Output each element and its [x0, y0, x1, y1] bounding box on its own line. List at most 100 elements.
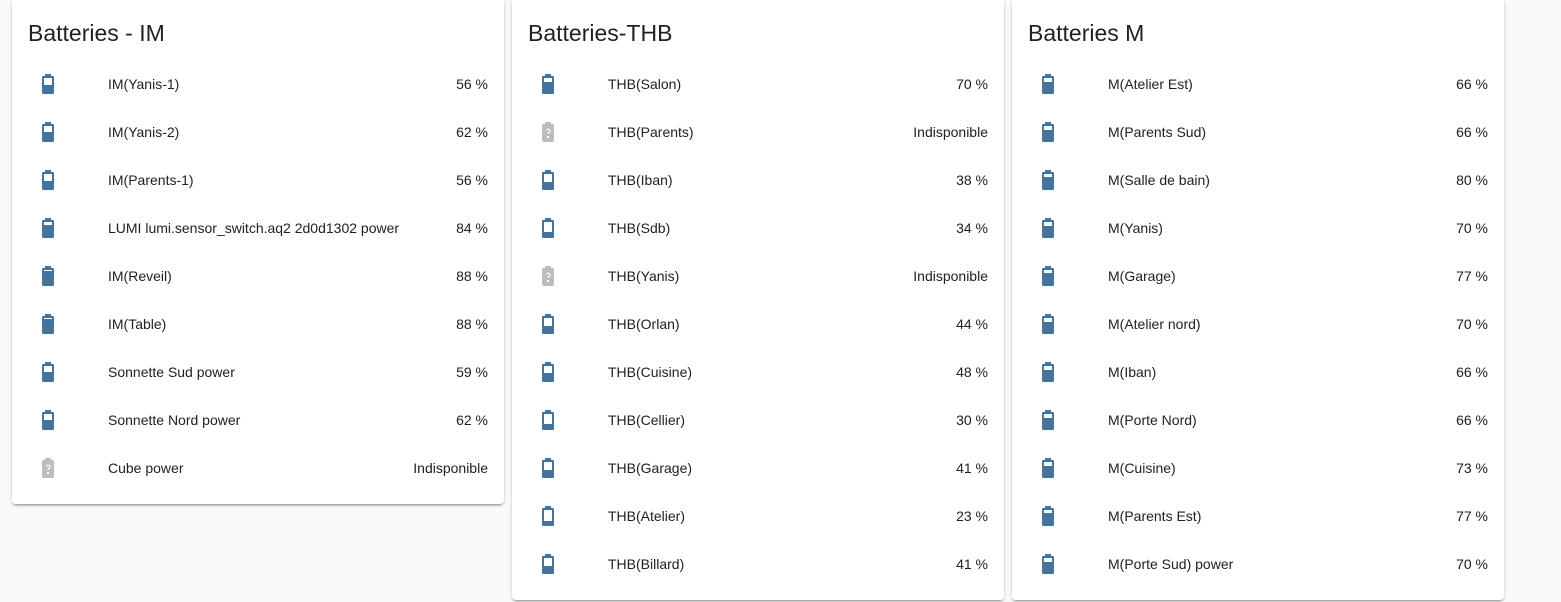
entity-row[interactable]: THB(Orlan) 44 % [512, 300, 1004, 348]
entity-state: 38 % [956, 172, 988, 188]
entity-row[interactable]: THB(Parents) Indisponible [512, 108, 1004, 156]
battery-60-icon [36, 360, 60, 384]
battery-40-icon [536, 456, 560, 480]
card-title: Batteries M [1028, 20, 1145, 46]
entity-state: 62 % [456, 124, 488, 140]
battery-70-icon [1036, 312, 1060, 336]
card-title: Batteries - IM [28, 20, 165, 46]
entity-state: 70 % [1456, 316, 1488, 332]
entity-row[interactable]: Cube power Indisponible [12, 444, 504, 492]
entity-state: 30 % [956, 412, 988, 428]
entity-name: M(Cuisine) [1108, 460, 1176, 476]
entity-row[interactable]: M(Parents Sud) 66 % [1012, 108, 1504, 156]
entity-name: IM(Yanis-2) [108, 124, 180, 140]
entity-name: THB(Iban) [608, 172, 673, 188]
entity-row[interactable]: M(Garage) 77 % [1012, 252, 1504, 300]
entity-row[interactable]: THB(Salon) 70 % [512, 60, 1004, 108]
battery-30-icon [536, 408, 560, 432]
entity-name: M(Garage) [1108, 268, 1176, 284]
battery-80-icon [1036, 264, 1060, 288]
entity-row[interactable]: IM(Reveil) 88 % [12, 252, 504, 300]
card-title: Batteries-THB [528, 20, 673, 46]
entity-row[interactable]: IM(Yanis-1) 56 % [12, 60, 504, 108]
entity-state: 48 % [956, 364, 988, 380]
battery-unknown-icon [536, 264, 560, 288]
entity-state: 70 % [1456, 556, 1488, 572]
entity-row[interactable]: M(Cuisine) 73 % [1012, 444, 1504, 492]
entity-row[interactable]: THB(Atelier) 23 % [512, 492, 1004, 540]
entity-row[interactable]: M(Porte Sud) power 70 % [1012, 540, 1504, 588]
entity-state: Indisponible [913, 124, 988, 140]
entity-row[interactable]: Sonnette Nord power 62 % [12, 396, 504, 444]
battery-40-icon [536, 312, 560, 336]
entity-state: 70 % [956, 76, 988, 92]
battery-80-icon [1036, 504, 1060, 528]
entity-row[interactable]: THB(Sdb) 34 % [512, 204, 1004, 252]
battery-70-icon [1036, 216, 1060, 240]
entity-name: M(Porte Sud) power [1108, 556, 1234, 572]
entity-row[interactable]: THB(Billard) 41 % [512, 540, 1004, 588]
entity-state: 41 % [956, 460, 988, 476]
entity-state: 23 % [956, 508, 988, 524]
battery-70-icon [1036, 72, 1060, 96]
entity-state: 70 % [1456, 220, 1488, 236]
entity-row[interactable]: M(Porte Nord) 66 % [1012, 396, 1504, 444]
entity-state: 66 % [1456, 124, 1488, 140]
entity-row[interactable]: IM(Yanis-2) 62 % [12, 108, 504, 156]
entity-row[interactable]: THB(Garage) 41 % [512, 444, 1004, 492]
entity-state: 77 % [1456, 508, 1488, 524]
entity-row[interactable]: M(Atelier Est) 66 % [1012, 60, 1504, 108]
entity-row[interactable]: THB(Cuisine) 48 % [512, 348, 1004, 396]
entity-row[interactable]: THB(Yanis) Indisponible [512, 252, 1004, 300]
battery-60-icon [36, 120, 60, 144]
entity-row[interactable]: THB(Iban) 38 % [512, 156, 1004, 204]
entity-name: Sonnette Sud power [108, 364, 235, 380]
entity-name: Sonnette Nord power [108, 412, 241, 428]
entity-name: M(Porte Nord) [1108, 412, 1197, 428]
battery-60-icon [36, 408, 60, 432]
battery-90-icon [36, 312, 60, 336]
battery-70-icon [1036, 552, 1060, 576]
entity-name: Cube power [108, 460, 184, 476]
entity-list: IM(Yanis-1) 56 % IM(Yanis-2) 62 % IM(Parents… [12, 60, 504, 504]
entity-row[interactable]: M(Iban) 66 % [1012, 348, 1504, 396]
entity-row[interactable]: M(Yanis) 70 % [1012, 204, 1504, 252]
entity-state: 56 % [456, 172, 488, 188]
battery-40-icon [536, 552, 560, 576]
battery-20-icon [536, 504, 560, 528]
entity-row[interactable]: Sonnette Sud power 59 % [12, 348, 504, 396]
entity-name: IM(Table) [108, 316, 167, 332]
entity-state: 88 % [456, 316, 488, 332]
battery-80-icon [1036, 168, 1060, 192]
entity-state: 77 % [1456, 268, 1488, 284]
entity-state: 84 % [456, 220, 488, 236]
entity-name: THB(Billard) [608, 556, 685, 572]
battery-70-icon [1036, 456, 1060, 480]
entity-name: M(Salle de bain) [1108, 172, 1210, 188]
entity-list: THB(Salon) 70 % THB(Parents) Indisponible TH… [512, 60, 1004, 600]
entity-state: 66 % [1456, 412, 1488, 428]
entity-name: M(Atelier Est) [1108, 76, 1193, 92]
battery-unknown-icon [536, 120, 560, 144]
entity-row[interactable]: M(Parents Est) 77 % [1012, 492, 1504, 540]
entity-state: 66 % [1456, 76, 1488, 92]
entity-name: M(Atelier nord) [1108, 316, 1201, 332]
entity-state: Indisponible [413, 460, 488, 476]
entity-row[interactable]: LUMI lumi.sensor_switch.aq2 2d0d1302 pow… [12, 204, 504, 252]
entity-list: M(Atelier Est) 66 % M(Parents Sud) 66 % M(Sa… [1012, 60, 1504, 600]
entity-row[interactable]: IM(Parents-1) 56 % [12, 156, 504, 204]
entity-row[interactable]: M(Atelier nord) 70 % [1012, 300, 1504, 348]
card-batteries-im: Batteries - IM IM(Yanis-1) 56 % IM(Yanis-2… [12, 0, 504, 504]
entity-row[interactable]: IM(Table) 88 % [12, 300, 504, 348]
entity-row[interactable]: M(Salle de bain) 80 % [1012, 156, 1504, 204]
entity-state: 34 % [956, 220, 988, 236]
battery-70-icon [1036, 360, 1060, 384]
entity-name: M(Iban) [1108, 364, 1157, 380]
entity-row[interactable]: THB(Cellier) 30 % [512, 396, 1004, 444]
entity-name: M(Yanis) [1108, 220, 1163, 236]
entity-name: THB(Yanis) [608, 268, 680, 284]
entity-state: 73 % [1456, 460, 1488, 476]
entity-name: THB(Atelier) [608, 508, 686, 524]
entity-name: THB(Salon) [608, 76, 682, 92]
battery-70-icon [536, 72, 560, 96]
